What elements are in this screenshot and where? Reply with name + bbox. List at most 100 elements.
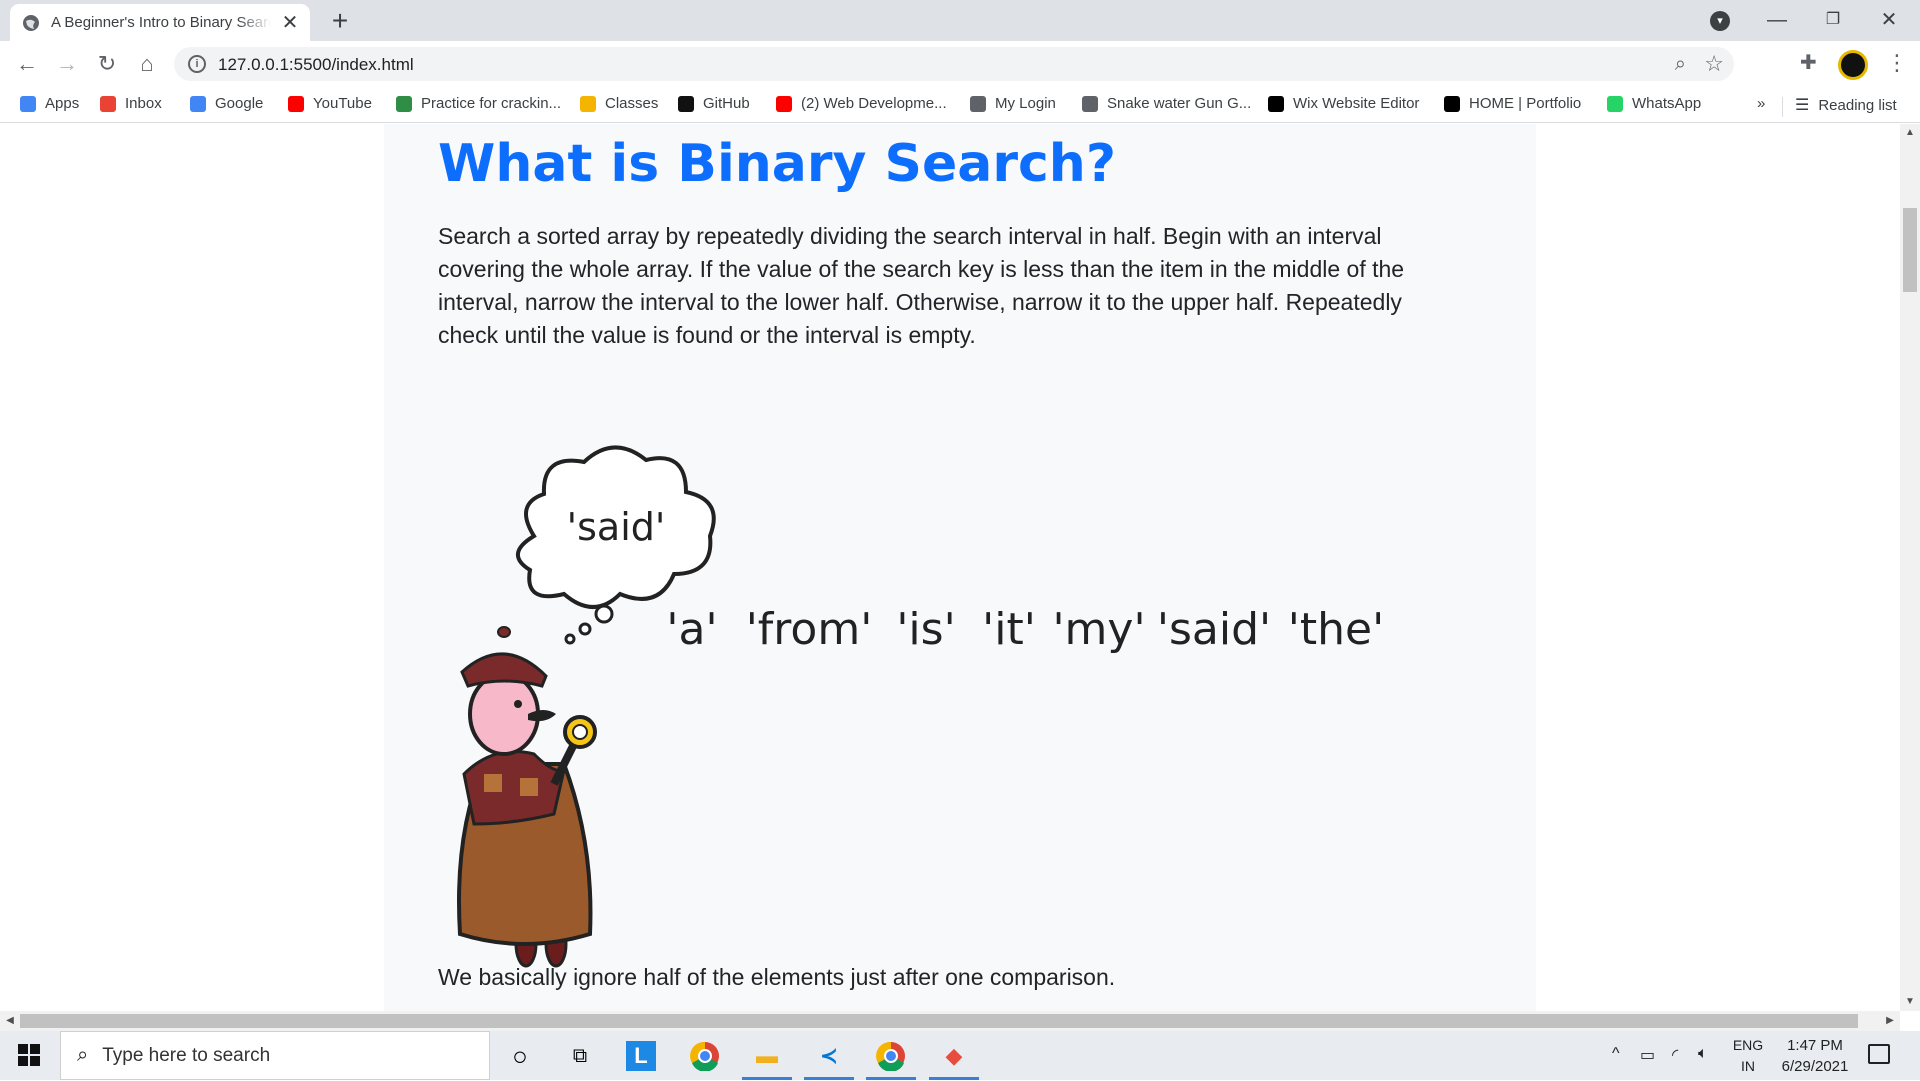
bookmark-label: Google: [215, 95, 264, 112]
thought-word: 'said': [567, 505, 666, 549]
address-bar[interactable]: i 127.0.0.1:5500/index.html ⌕ ☆: [174, 47, 1734, 81]
bookmark-label: Classes: [605, 95, 659, 112]
site-info-icon[interactable]: i: [188, 55, 206, 73]
task-view-icon[interactable]: ⧉: [563, 1039, 597, 1073]
bookmark-item[interactable]: GitHub: [678, 95, 750, 112]
browser-tab[interactable]: A Beginner's Intro to Binary Search ✕: [10, 4, 310, 41]
bookmark-label: HOME | Portfolio: [1469, 95, 1582, 112]
page-viewport: What is Binary Search? Search a sorted a…: [0, 124, 1900, 1011]
reading-list-button[interactable]: ☰ Reading list: [1795, 95, 1897, 115]
youtube-icon: [288, 95, 304, 112]
scroll-up-icon[interactable]: ▲: [1900, 124, 1920, 142]
detective-character: [457, 626, 597, 968]
array-word: 'from': [746, 604, 873, 655]
apps-grid-icon: [20, 95, 36, 112]
show-hidden-icons-icon[interactable]: ^: [1612, 1045, 1620, 1063]
wix-icon: [1444, 95, 1460, 112]
lang-code: ENG: [1732, 1037, 1764, 1053]
windows-start-icon[interactable]: [18, 1044, 40, 1066]
clock-date: 6/29/2021: [1781, 1058, 1849, 1075]
page-title: What is Binary Search?: [438, 134, 1116, 194]
bookmark-item[interactable]: WhatsApp: [1607, 95, 1701, 112]
home-icon[interactable]: ⌂: [132, 49, 162, 79]
taskbar-search-box[interactable]: ⌕ Type here to search: [60, 1031, 490, 1080]
minimize-button[interactable]: —: [1754, 4, 1800, 36]
reading-list-label: Reading list: [1818, 96, 1897, 114]
tab-strip: A Beginner's Intro to Binary Search ✕ + …: [0, 0, 1920, 41]
scroll-left-icon[interactable]: ◀: [0, 1011, 20, 1031]
file-explorer-icon[interactable]: ▬: [742, 1039, 792, 1080]
gmail-icon: [100, 95, 116, 112]
bookmark-item[interactable]: Classes: [580, 95, 658, 112]
scroll-down-icon[interactable]: ▼: [1900, 993, 1920, 1011]
region-code: IN: [1741, 1058, 1755, 1074]
bookmark-label: Apps: [45, 95, 80, 112]
whatsapp-icon: [1607, 95, 1623, 112]
gfg-icon: [396, 95, 412, 112]
bookmark-item[interactable]: Apps: [20, 95, 79, 112]
bookmark-star-icon[interactable]: ☆: [1704, 51, 1724, 77]
github-icon: [678, 95, 694, 112]
chrome-active-icon[interactable]: [866, 1039, 916, 1080]
scroll-right-icon[interactable]: ▶: [1880, 1011, 1900, 1031]
notifications-icon[interactable]: [1868, 1044, 1890, 1064]
bookmark-label: Practice for crackin...: [421, 95, 562, 112]
avatar[interactable]: [1838, 50, 1868, 80]
array-word: 'a': [666, 604, 717, 655]
vertical-scrollbar[interactable]: ▲ ▼: [1900, 124, 1920, 1011]
scrollbar-thumb[interactable]: [1903, 208, 1917, 292]
globe-icon: [1082, 95, 1098, 112]
tab-search-icon[interactable]: ▾: [1710, 11, 1730, 31]
bookmark-label: (2) Web Developme...: [801, 95, 947, 112]
wifi-icon[interactable]: ◜: [1672, 1045, 1678, 1065]
horizontal-scrollbar[interactable]: ◀ ▶: [0, 1011, 1900, 1031]
new-tab-button[interactable]: +: [326, 7, 354, 35]
bookmark-item[interactable]: YouTube: [288, 95, 372, 112]
bookmark-item[interactable]: My Login: [970, 95, 1056, 112]
close-tab-icon[interactable]: ✕: [280, 13, 300, 33]
reload-icon[interactable]: ↻: [92, 49, 122, 79]
bookmark-label: YouTube: [313, 95, 372, 112]
url-text: 127.0.0.1:5500/index.html: [218, 55, 414, 74]
taskbar-search-placeholder: Type here to search: [102, 1044, 271, 1066]
bookmark-label: Snake water Gun G...: [1107, 95, 1252, 112]
extensions-puzzle-icon[interactable]: ✚: [1800, 50, 1817, 75]
restore-button[interactable]: ❐: [1810, 4, 1856, 36]
bookmark-label: GitHub: [703, 95, 750, 112]
kebab-menu-icon[interactable]: ⋮: [1886, 50, 1908, 76]
clock-time: 1:47 PM: [1787, 1037, 1843, 1054]
git-tool-icon[interactable]: ◆: [929, 1039, 979, 1080]
wix-icon: [1268, 95, 1284, 112]
bookmark-item[interactable]: Wix Website Editor: [1268, 95, 1419, 112]
bookmark-item[interactable]: Snake water Gun G...: [1082, 95, 1251, 112]
bookmark-item[interactable]: Inbox: [100, 95, 162, 112]
more-bookmarks-icon[interactable]: »: [1757, 95, 1765, 112]
language-indicator[interactable]: ENG IN: [1728, 1035, 1768, 1077]
search-icon: ⌕: [77, 1044, 89, 1066]
hscrollbar-thumb[interactable]: [20, 1014, 1858, 1028]
bookmark-divider: [1782, 97, 1783, 117]
bookmark-item[interactable]: Google: [190, 95, 263, 112]
bookmark-item[interactable]: HOME | Portfolio: [1444, 95, 1581, 112]
zoom-icon[interactable]: ⌕: [1675, 53, 1686, 76]
cortana-icon[interactable]: ○: [503, 1039, 537, 1073]
chrome-icon[interactable]: [688, 1039, 722, 1073]
battery-icon[interactable]: ▭: [1640, 1045, 1655, 1065]
bookmark-label: WhatsApp: [1632, 95, 1702, 112]
close-window-button[interactable]: ✕: [1866, 4, 1912, 36]
bookmark-item[interactable]: (2) Web Developme...: [776, 95, 947, 112]
app-l-icon[interactable]: L: [626, 1041, 656, 1071]
volume-icon[interactable]: 🔈︎: [1698, 1045, 1708, 1063]
vscode-icon[interactable]: ≺: [804, 1039, 854, 1080]
bookmark-item[interactable]: Practice for crackin...: [396, 95, 561, 112]
tab-title: A Beginner's Intro to Binary Search: [51, 14, 271, 31]
back-arrow-icon[interactable]: ←: [12, 49, 42, 79]
google-icon: [190, 95, 206, 112]
globe-icon: [23, 14, 39, 31]
login-icon: [970, 95, 986, 112]
comparison-paragraph: We basically ignore half of the elements…: [438, 964, 1116, 990]
taskbar-clock[interactable]: 1:47 PM 6/29/2021: [1770, 1035, 1860, 1077]
forward-arrow-icon[interactable]: →: [52, 49, 82, 79]
intro-paragraph: Search a sorted array by repeatedly divi…: [438, 223, 1405, 348]
bookmarks-bar: Apps Inbox Google YouTube Practice for crack…: [0, 87, 1920, 123]
